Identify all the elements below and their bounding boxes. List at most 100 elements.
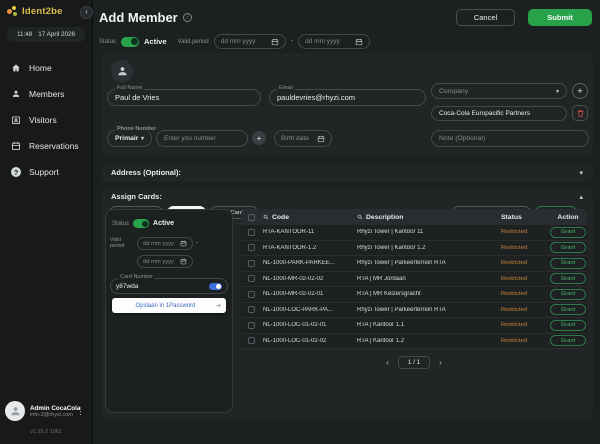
onepassword-suggestion[interactable]: Opslaan in 1Password [112,298,226,313]
row-checkbox[interactable] [248,244,255,251]
column-code: Code [272,214,289,221]
chevron-down-icon[interactable]: ▾ [579,169,583,177]
chevron-down-icon: ▾ [556,88,559,95]
card-status-value: Active [153,220,174,227]
card-description: Rhyzi Tower | Kantoor 11 [357,229,501,235]
datetime-chip: 11:48 17 April 2026 [7,27,85,42]
info-icon[interactable]: i [183,13,192,22]
sidebar-item-reservations[interactable]: Reservations [0,133,92,159]
card-description: Rhyzi Tower | Parkeerterrein RTA [357,307,501,313]
address-title: Address (Optional): [111,168,181,177]
prev-page-icon[interactable]: ‹ [386,358,389,367]
row-checkbox[interactable] [248,337,255,344]
next-page-icon[interactable]: › [439,358,442,367]
member-form-panel: Full Name Paul de Vries Email pauldevrie… [101,53,593,157]
card-status-toggle[interactable] [133,219,149,228]
sidebar-item-support[interactable]: ? Support [0,159,92,185]
cancel-button[interactable]: Cancel [456,9,515,26]
card-code: NL-1000-LOC-01-02-02 [263,338,357,344]
grant-button[interactable]: Grant [550,227,587,238]
grant-button[interactable]: Grant [550,304,587,315]
sidebar-item-label: Home [29,63,52,73]
table-row: NL-1000-PARK-PARKEE... Rhyzi Tower | Par… [241,256,587,272]
status-badge: Restricted [501,260,549,266]
submit-button[interactable]: Submit [528,9,592,26]
grant-button[interactable]: Grant [550,258,587,269]
phone-type-select[interactable]: Phone Number Primair ▾ [107,130,152,147]
table-row: NL-1000-LOC-01-02-01 RTA | Kantoor 1.1 R… [241,318,587,334]
email-label: Email [277,86,295,92]
help-icon: ? [11,167,21,177]
status-label: Status [99,39,116,45]
status-toggle[interactable] [121,37,139,47]
calendar-icon [355,38,363,46]
row-checkbox[interactable] [248,260,255,267]
assign-cards-section: Assign Cards: ▴ RFIDCARD × PLATE × Add C… [101,187,593,421]
card-number-field[interactable]: Card Number y87wda [110,278,228,294]
sidebar-item-members[interactable]: Members [0,81,92,107]
table-header: Code Description Status Action [241,209,587,225]
search-icon[interactable] [357,214,363,220]
status-label: Status [112,221,129,227]
status-badge: Restricted [501,276,549,282]
grant-button[interactable]: Grant [550,273,587,284]
calendar-icon [317,135,325,143]
select-all-checkbox[interactable] [248,214,255,221]
member-avatar[interactable] [111,60,133,82]
card-description: RTA | Kantoor 1.2 [357,338,501,344]
calendar-icon [180,258,187,265]
card-valid-from-input[interactable]: dd mm yyyy [137,237,193,250]
sidebar-item-label: Members [29,89,64,99]
search-icon[interactable] [263,214,269,220]
grant-button[interactable]: Grant [550,242,587,253]
valid-from-input[interactable]: dd mm yyyy [214,34,286,49]
card-description: RTA | MR Jordaan [357,276,501,282]
note-field[interactable]: Note (Optional) [431,130,589,147]
company-select[interactable]: Company ▾ [431,83,567,99]
person-icon [11,89,21,99]
person-icon [9,405,22,418]
date-text: 17 April 2026 [38,31,75,38]
sidebar-item-visitors[interactable]: Visitors [0,107,92,133]
add-company-button[interactable]: + [572,83,588,99]
grant-button[interactable]: Grant [550,289,587,300]
table-row: NL-1000-LOC-01-02-02 RTA | Kantoor 1.2 R… [241,334,587,350]
person-icon [116,65,129,78]
grant-button[interactable]: Grant [550,335,587,346]
page-header: Add Member i Cancel Submit [93,0,600,26]
row-checkbox[interactable] [248,275,255,282]
phone-number-input[interactable]: Enter you number [156,130,248,147]
table-row: NL-1000-LOC-PARK-PA... Rhyzi Tower | Par… [241,303,587,319]
date-separator: - [196,240,198,247]
sidebar-item-label: Visitors [29,115,57,125]
company-selected-item: Coca-Cola Europacific Partners [431,106,567,121]
row-checkbox[interactable] [248,291,255,298]
card-code: NL-1000-LOC-01-02-01 [263,322,357,328]
birth-date-input[interactable]: Birth date [274,130,332,147]
chevron-up-icon[interactable]: ▴ [579,193,583,201]
app-logo[interactable]: Ident2be [0,0,92,19]
main-content: Add Member i Cancel Submit Status Active… [92,0,600,444]
sidebar-collapse-button[interactable]: ‹ [80,6,93,19]
email-field[interactable]: Email pauldevries@rhyzi.com [269,89,426,106]
user-menu-icon[interactable]: ⋮ [74,406,87,417]
visitor-badge-icon [11,115,21,125]
address-section[interactable]: Address (Optional): ▾ [101,163,593,182]
remove-company-button[interactable] [572,105,588,121]
add-phone-button[interactable]: + [252,131,266,145]
card-code: RTA-KANTOOR-11 [263,229,357,235]
card-code: NL-1000-MR-02-02-02 [263,276,357,282]
onepassword-icon[interactable] [209,283,222,290]
card-description: Rhyzi Tower | Kantoor 1.2 [357,245,501,251]
sidebar-item-home[interactable]: Home [0,55,92,81]
card-valid-to-input[interactable]: dd mm yyyy [137,255,193,268]
grant-button[interactable]: Grant [550,320,587,331]
user-avatar [5,401,25,421]
row-checkbox[interactable] [248,229,255,236]
row-checkbox[interactable] [248,322,255,329]
full-name-field[interactable]: Full Name Paul de Vries [107,89,261,106]
chevron-down-icon: ▾ [141,135,144,142]
status-badge: Restricted [501,338,549,344]
valid-to-input[interactable]: dd mm yyyy [298,34,370,49]
row-checkbox[interactable] [248,306,255,313]
